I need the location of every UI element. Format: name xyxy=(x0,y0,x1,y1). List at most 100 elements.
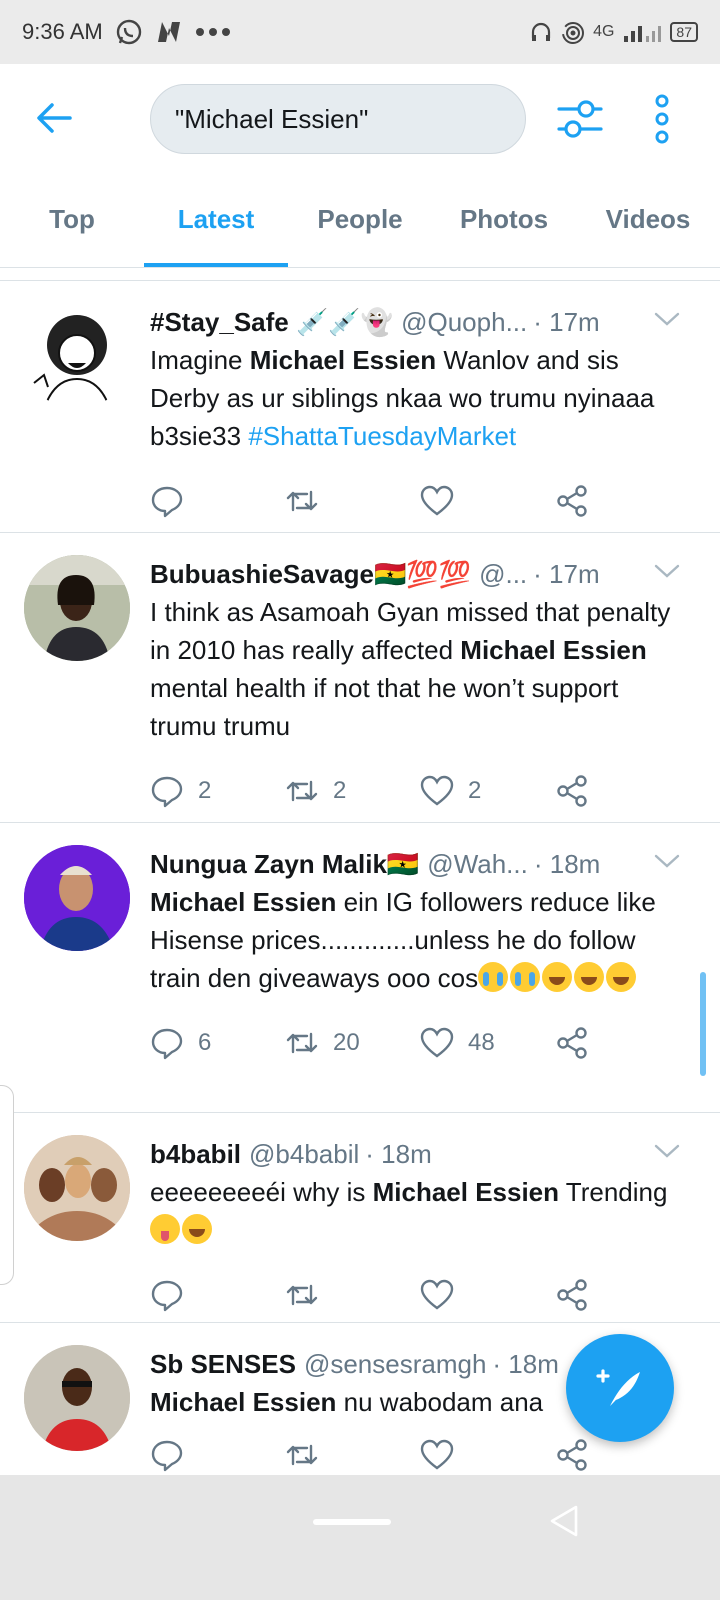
avatar[interactable] xyxy=(24,555,130,661)
heart-icon xyxy=(420,1027,454,1058)
display-name[interactable]: #Stay_Safe 💉💉👻 xyxy=(150,303,393,341)
retweet-count: 20 xyxy=(333,1029,360,1056)
tweet-header: #Stay_Safe 💉💉👻 @Quoph... · 17m xyxy=(150,303,690,341)
tweet-card[interactable]: BubuashieSavage🇬🇭💯💯 @... · 17m I think a… xyxy=(0,533,720,823)
tweet-card[interactable]: Nungua Zayn Malik🇬🇭 @Wah... · 18m Michae… xyxy=(0,823,720,1113)
display-name[interactable]: Nungua Zayn Malik🇬🇭 xyxy=(150,845,419,883)
like-button[interactable] xyxy=(420,1438,555,1472)
avatar[interactable] xyxy=(24,1345,130,1451)
display-name[interactable]: b4babil xyxy=(150,1135,241,1173)
like-button[interactable]: 48 xyxy=(420,1026,555,1060)
tab-videos[interactable]: Videos xyxy=(576,172,720,267)
reply-icon xyxy=(151,776,183,808)
tab-photos[interactable]: Photos xyxy=(432,172,576,267)
chevron-down-icon[interactable] xyxy=(654,851,680,871)
text-span: eeeeeeeeéi why is xyxy=(150,1177,373,1207)
heart-icon xyxy=(420,1279,454,1310)
text-span: mental health if not that he won’t suppo… xyxy=(150,673,619,741)
retweet-icon xyxy=(286,780,318,802)
zany-emoji-icon xyxy=(150,1214,180,1244)
share-button[interactable] xyxy=(555,1026,690,1060)
back-arrow-icon[interactable] xyxy=(34,98,74,138)
tweet-feed: #Stay_Safe 💉💉👻 @Quoph... · 17m Imagine M… xyxy=(0,280,720,1475)
tweet-time: · 17m xyxy=(533,307,600,337)
like-button[interactable]: 2 xyxy=(420,774,555,808)
tweet-card[interactable]: #Stay_Safe 💉💉👻 @Quoph... · 17m Imagine M… xyxy=(0,281,720,533)
chevron-down-icon[interactable] xyxy=(654,309,680,329)
tweet-time: · 18m xyxy=(492,1349,559,1379)
reply-icon xyxy=(151,1028,183,1060)
search-input[interactable]: "Michael Essien" xyxy=(150,84,526,154)
compose-tweet-button[interactable] xyxy=(566,1334,674,1442)
chevron-down-icon[interactable] xyxy=(654,561,680,581)
tweet-actions xyxy=(150,461,690,541)
tweet-text: eeeeeeeeéi why is Michael Essien Trendin… xyxy=(150,1173,690,1249)
like-button[interactable] xyxy=(420,1278,555,1312)
tweet-text: Michael Essien ein IG followers reduce l… xyxy=(150,883,690,997)
status-bar: 9:36 AM 4G 87 xyxy=(0,0,720,64)
share-button[interactable] xyxy=(555,1438,690,1472)
tab-latest[interactable]: Latest xyxy=(144,172,288,267)
display-name[interactable]: BubuashieSavage🇬🇭💯💯 xyxy=(150,555,471,593)
n-app-icon xyxy=(155,20,183,44)
reply-button[interactable] xyxy=(150,484,285,518)
hashtag-link[interactable]: #ShattaTuesdayMarket xyxy=(248,421,516,451)
avatar[interactable] xyxy=(24,303,130,409)
overflow-menu-icon[interactable] xyxy=(650,94,674,144)
tweet-text: Imagine Michael Essien Wanlov and sis De… xyxy=(150,341,690,455)
avatar[interactable] xyxy=(24,845,130,951)
edge-panel-handle[interactable] xyxy=(0,1085,14,1285)
share-button[interactable] xyxy=(555,774,690,808)
reply-button[interactable]: 2 xyxy=(150,774,285,808)
home-pill[interactable] xyxy=(313,1519,391,1525)
whatsapp-icon xyxy=(115,18,143,46)
more-dots-icon xyxy=(195,27,231,37)
user-handle: @b4babil xyxy=(249,1139,360,1169)
joy-emoji-icon xyxy=(574,962,605,992)
retweet-icon xyxy=(286,490,318,512)
display-name[interactable]: Sb SENSES xyxy=(150,1345,296,1383)
search-filter-icon[interactable] xyxy=(556,96,604,142)
tweet-time: · 18m xyxy=(533,849,601,879)
share-icon xyxy=(557,1439,587,1471)
reply-count: 2 xyxy=(198,777,212,804)
share-icon xyxy=(557,485,587,517)
retweet-icon xyxy=(286,1284,318,1306)
reply-button[interactable]: 6 xyxy=(150,1026,285,1060)
nav-back-icon[interactable] xyxy=(546,1503,582,1539)
hotspot-icon xyxy=(561,20,585,44)
retweet-icon xyxy=(286,1032,318,1054)
battery-icon: 87 xyxy=(670,22,698,42)
user-handle: @... xyxy=(479,559,528,589)
retweet-button[interactable]: 20 xyxy=(285,1026,420,1060)
scrollbar[interactable] xyxy=(700,972,706,1076)
highlighted-term: Michael Essien xyxy=(150,887,337,917)
user-handle: @sensesramgh xyxy=(303,1349,487,1379)
retweet-button[interactable] xyxy=(285,1438,420,1472)
reply-count: 6 xyxy=(198,1029,212,1056)
heart-icon xyxy=(420,485,454,516)
tab-people[interactable]: People xyxy=(288,172,432,267)
reply-button[interactable] xyxy=(150,1438,285,1472)
chevron-down-icon[interactable] xyxy=(654,1141,680,1161)
search-tabs: Top Latest People Photos Videos xyxy=(0,172,720,268)
like-button[interactable] xyxy=(420,484,555,518)
share-icon xyxy=(557,1279,587,1311)
heart-icon xyxy=(420,1439,454,1470)
joy-emoji-icon xyxy=(542,962,573,992)
share-button[interactable] xyxy=(555,484,690,518)
tab-top[interactable]: Top xyxy=(0,172,144,267)
tweet-actions: 2 2 2 xyxy=(150,751,690,831)
highlighted-term: Michael Essien xyxy=(460,635,647,665)
share-button[interactable] xyxy=(555,1278,690,1312)
joy-emoji-icon xyxy=(182,1214,212,1244)
retweet-button[interactable] xyxy=(285,484,420,518)
compose-feather-icon xyxy=(596,1369,640,1406)
retweet-button[interactable]: 2 xyxy=(285,774,420,808)
retweet-button[interactable] xyxy=(285,1278,420,1312)
like-count: 2 xyxy=(468,777,482,804)
reply-button[interactable] xyxy=(150,1278,285,1312)
tweet-actions: 6 20 48 xyxy=(150,1003,690,1083)
tweet-card[interactable]: b4babil @b4babil · 18m eeeeeeeeéi why is… xyxy=(0,1113,720,1323)
avatar[interactable] xyxy=(24,1135,130,1241)
